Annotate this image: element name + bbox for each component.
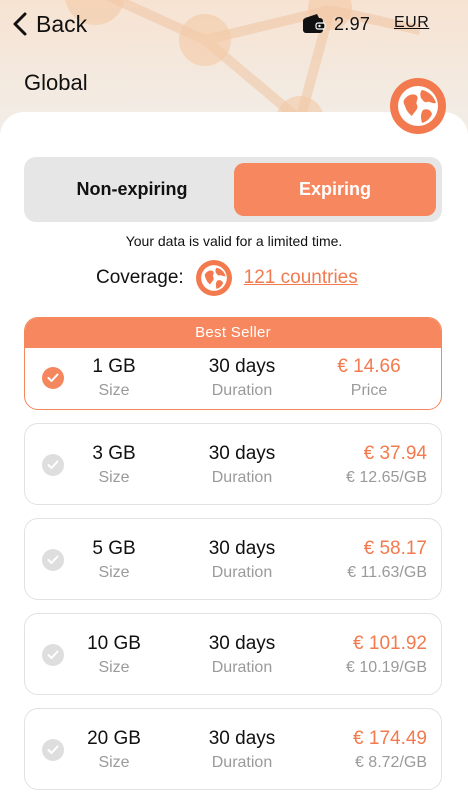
plan-card-3gb[interactable]: 3 GB Size 30 days Duration € 37.94 € 12.… bbox=[24, 423, 442, 505]
plan-type-toggle: Non-expiring Expiring bbox=[24, 157, 442, 222]
validity-note: Your data is valid for a limited time. bbox=[125, 233, 343, 249]
coverage-countries-link[interactable]: 121 countries bbox=[244, 267, 358, 289]
plan-duration: 30 days Duration bbox=[208, 356, 276, 399]
plan-size: 10 GB Size bbox=[87, 633, 141, 676]
globe-icon bbox=[195, 260, 232, 296]
plan-price: € 174.49 € 8.72/GB bbox=[353, 728, 427, 771]
check-icon bbox=[42, 739, 64, 761]
check-icon bbox=[42, 367, 64, 389]
plan-price: € 58.17 € 11.63/GB bbox=[347, 538, 427, 581]
tab-expiring[interactable]: Expiring bbox=[234, 163, 436, 216]
plan-price: € 37.94 € 12.65/GB bbox=[346, 443, 427, 486]
check-icon bbox=[42, 454, 64, 476]
check-icon bbox=[42, 644, 64, 666]
wallet-balance: 2.97 bbox=[302, 8, 370, 40]
plan-duration: 30 days Duration bbox=[208, 633, 276, 676]
wallet-icon bbox=[303, 14, 326, 33]
plan-size: 20 GB Size bbox=[87, 728, 141, 771]
plan-size: 1 GB Size bbox=[92, 356, 136, 399]
coverage-row: Coverage: 121 countries bbox=[96, 258, 358, 298]
plan-duration: 30 days Duration bbox=[208, 538, 276, 581]
plan-card-5gb[interactable]: 5 GB Size 30 days Duration € 58.17 € 11.… bbox=[24, 518, 442, 600]
plan-size: 5 GB Size bbox=[92, 538, 136, 581]
currency-selector[interactable]: EUR bbox=[394, 14, 429, 32]
plan-card-1gb[interactable]: Best Seller 1 GB Size 30 days Duration €… bbox=[24, 317, 442, 410]
tab-non-expiring[interactable]: Non-expiring bbox=[30, 163, 234, 216]
plan-duration: 30 days Duration bbox=[208, 728, 276, 771]
back-button[interactable]: Back bbox=[12, 8, 87, 40]
back-label: Back bbox=[36, 10, 88, 37]
plan-size: 3 GB Size bbox=[92, 443, 136, 486]
plan-duration: 30 days Duration bbox=[208, 443, 276, 486]
plan-price: € 14.66 Price bbox=[337, 356, 401, 399]
balance-value: 2.97 bbox=[334, 13, 371, 34]
globe-icon bbox=[390, 78, 446, 134]
coverage-label: Coverage: bbox=[96, 267, 184, 288]
plan-card-20gb[interactable]: 20 GB Size 30 days Duration € 174.49 € 8… bbox=[24, 708, 442, 790]
plan-card-10gb[interactable]: 10 GB Size 30 days Duration € 101.92 € 1… bbox=[24, 613, 442, 695]
check-icon bbox=[42, 549, 64, 571]
chevron-left-icon bbox=[13, 12, 27, 36]
plan-price: € 101.92 € 10.19/GB bbox=[346, 633, 427, 676]
best-seller-badge: Best Seller bbox=[25, 318, 441, 348]
page-title: Global bbox=[24, 70, 88, 95]
